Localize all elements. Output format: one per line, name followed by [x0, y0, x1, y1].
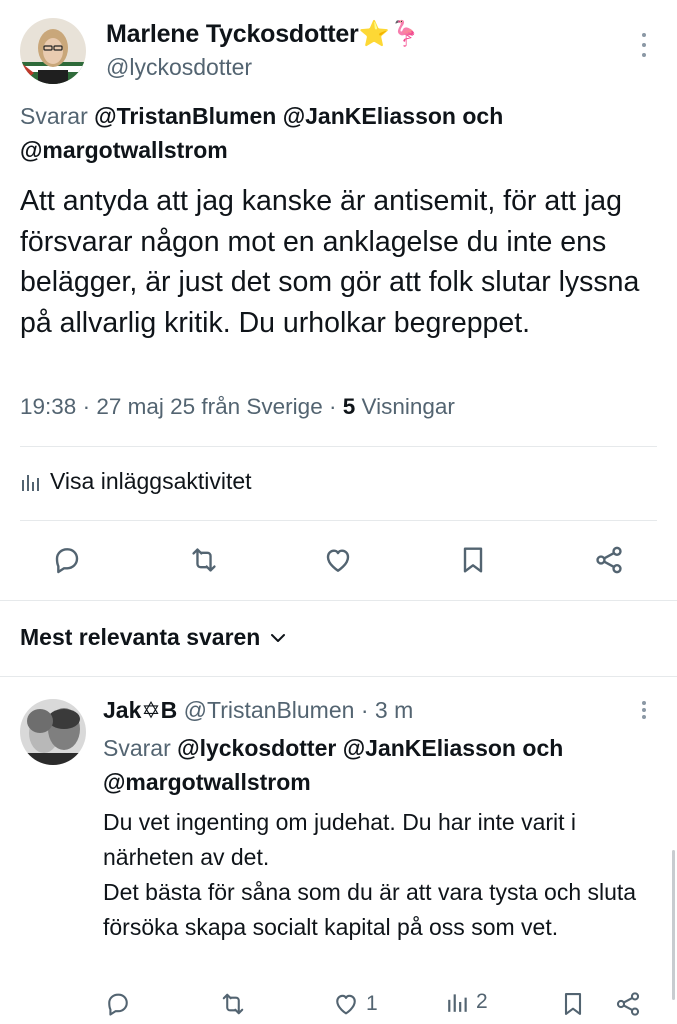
reply-reply-button[interactable] — [104, 990, 132, 1018]
author-avatar-image — [20, 18, 86, 84]
author-handle[interactable]: @lyckosdotter — [106, 54, 252, 81]
like-button[interactable] — [322, 544, 354, 576]
post-activity-label: Visa inläggsaktivitet — [50, 468, 252, 494]
tweet-meta: 19:38 · 27 maj 25 från Sverige · 5 Visni… — [20, 394, 455, 419]
share-button[interactable] — [593, 544, 625, 576]
author-emoji: ⭐🦩 — [358, 20, 421, 48]
tweet-action-bar — [0, 540, 677, 584]
retweet-icon — [222, 993, 244, 1015]
tweet-time[interactable]: 19:38 — [20, 394, 76, 419]
post-activity-link[interactable]: Visa inläggsaktivitet — [20, 468, 252, 495]
more-options-icon[interactable] — [634, 30, 654, 60]
reply-views-count: 2 — [476, 990, 488, 1013]
reply-action-bar: 1 2 — [0, 988, 677, 1024]
reply-replying-to: Svarar @lyckosdotter @JanKEliasson och @… — [103, 731, 663, 799]
reply-icon — [108, 993, 128, 1016]
reply-mention-last[interactable]: @margotwallstrom — [20, 137, 228, 163]
bookmark-button[interactable] — [458, 544, 488, 576]
author-avatar[interactable] — [20, 18, 86, 84]
views-label: Visningar — [361, 394, 455, 419]
retweet-icon — [192, 548, 216, 572]
author-name-text: Marlene Tyckosdotter — [106, 20, 359, 48]
heart-icon — [336, 994, 356, 1015]
reply-author-handle[interactable]: @TristanBlumen — [184, 697, 355, 723]
tweet-date[interactable]: 27 maj 25 — [96, 394, 195, 419]
bookmark-icon — [463, 547, 483, 573]
reply-views-button[interactable]: 2 — [446, 990, 488, 1014]
reply-mentions[interactable]: @TristanBlumen @JanKEliasson — [94, 103, 456, 129]
author-name[interactable]: Marlene Tyckosdotter⭐🦩 — [106, 20, 421, 49]
share-icon — [596, 546, 622, 574]
reply-retweet-button[interactable] — [218, 990, 248, 1018]
reply-like-button[interactable]: 1 — [332, 990, 378, 1018]
reply-reply-mentions[interactable]: @lyckosdotter @JanKEliasson — [177, 735, 516, 761]
tweet-body: Att antyda att jag kanske är antisemit, … — [20, 185, 640, 339]
analytics-icon — [448, 994, 467, 1012]
bookmark-icon — [564, 993, 582, 1015]
heart-icon — [326, 549, 350, 572]
tweet-location: från Sverige — [201, 394, 323, 419]
divider — [20, 520, 657, 521]
chevron-down-icon — [271, 633, 286, 642]
reply-author-avatar[interactable] — [20, 699, 86, 765]
replying-to: Svarar @TristanBlumen @JanKEliasson och … — [20, 99, 660, 167]
scrollbar[interactable] — [672, 850, 675, 1000]
replying-prefix: Svarar — [20, 103, 88, 129]
reply-bookmark-button[interactable] — [560, 990, 586, 1018]
reply-time[interactable]: 3 m — [375, 697, 413, 723]
share-icon — [616, 992, 640, 1016]
reply-button[interactable] — [51, 544, 83, 576]
reply-icon — [55, 548, 79, 574]
reply-replying-prefix: Svarar — [103, 735, 171, 761]
divider — [20, 446, 657, 447]
divider — [0, 600, 677, 601]
reply-more-options-icon[interactable] — [634, 698, 654, 722]
views-count: 5 — [342, 394, 356, 419]
reply-reply-mention-last[interactable]: @margotwallstrom — [103, 769, 311, 795]
reply-body: Du vet ingenting om judehat. Du har inte… — [103, 805, 668, 945]
divider — [0, 676, 677, 677]
reply-body-line2: Det bästa för såna som du är att vara ty… — [103, 879, 637, 940]
replies-sort-dropdown[interactable]: Mest relevanta svaren — [20, 624, 286, 651]
analytics-icon — [22, 474, 39, 491]
reply-author-line: Jak✡B @TristanBlumen · 3 m — [103, 697, 414, 723]
reply-body-line1: Du vet ingenting om judehat. Du har inte… — [103, 809, 577, 870]
retweet-button[interactable] — [187, 544, 221, 576]
reply-author-name[interactable]: Jak✡B — [103, 697, 177, 723]
reply-share-button[interactable] — [614, 990, 642, 1018]
reply-and: och — [462, 103, 504, 129]
replies-sort-label: Mest relevanta svaren — [20, 624, 261, 650]
reply-reply-and: och — [522, 735, 564, 761]
reply-avatar-image — [20, 699, 86, 765]
reply-like-count: 1 — [366, 992, 378, 1015]
